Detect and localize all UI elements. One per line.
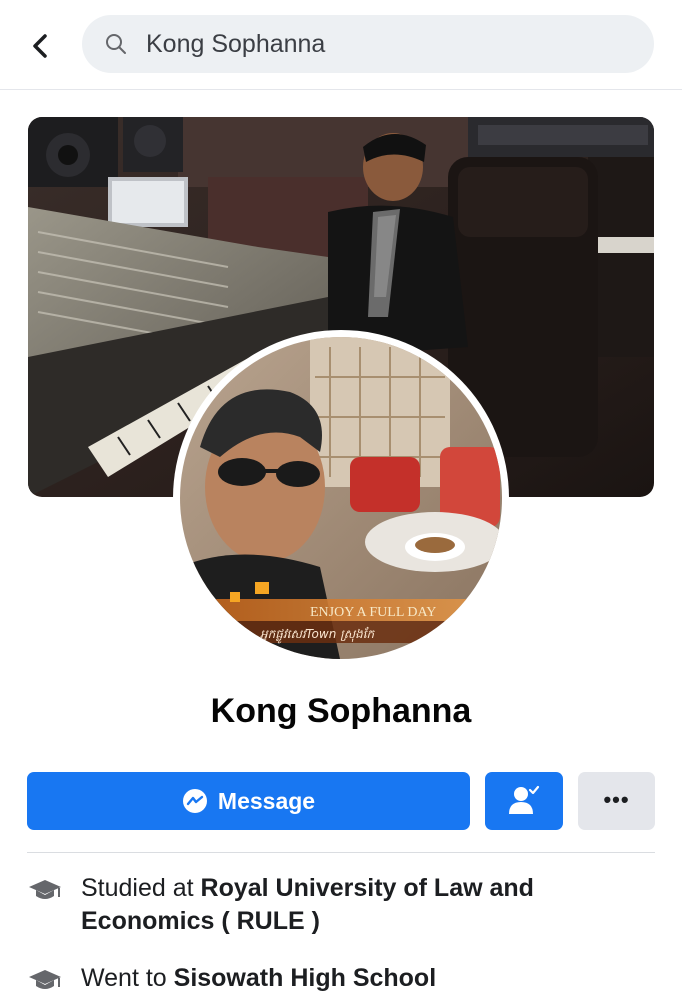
avatar[interactable]: ENJOY A FULL DAY អ្នកផ្លូវសេវTown ស្រុងក…	[180, 337, 502, 659]
more-options-icon: •••	[603, 787, 630, 812]
search-input-value[interactable]: Kong Sophanna	[146, 30, 325, 58]
message-button[interactable]: Message	[27, 772, 470, 830]
avatar-overlay-line1: ENJOY A FULL DAY	[310, 605, 436, 620]
chevron-left-icon	[33, 34, 47, 58]
top-bar: Kong Sophanna	[0, 0, 682, 90]
man-with-sunglasses-photo: ENJOY A FULL DAY អ្នកផ្លូវសេវTown ស្រុងក…	[180, 337, 502, 659]
intro-prefix: Studied at	[81, 874, 201, 902]
messenger-icon	[182, 789, 207, 813]
divider	[27, 852, 655, 853]
intro-prefix: Went to	[81, 964, 174, 992]
graduation-cap-icon	[29, 880, 61, 899]
more-options-button[interactable]: •••	[578, 772, 655, 830]
graduation-cap-icon	[29, 970, 61, 989]
back-button[interactable]	[26, 28, 56, 64]
search-bar[interactable]: Kong Sophanna	[82, 15, 654, 73]
message-button-label: Message	[217, 787, 316, 814]
add-friend-icon	[509, 785, 540, 814]
add-friend-button[interactable]	[485, 772, 563, 830]
profile-name: Kong Sophanna	[210, 692, 472, 730]
school-link[interactable]: Sisowath High School	[174, 964, 437, 992]
search-icon	[106, 34, 126, 54]
